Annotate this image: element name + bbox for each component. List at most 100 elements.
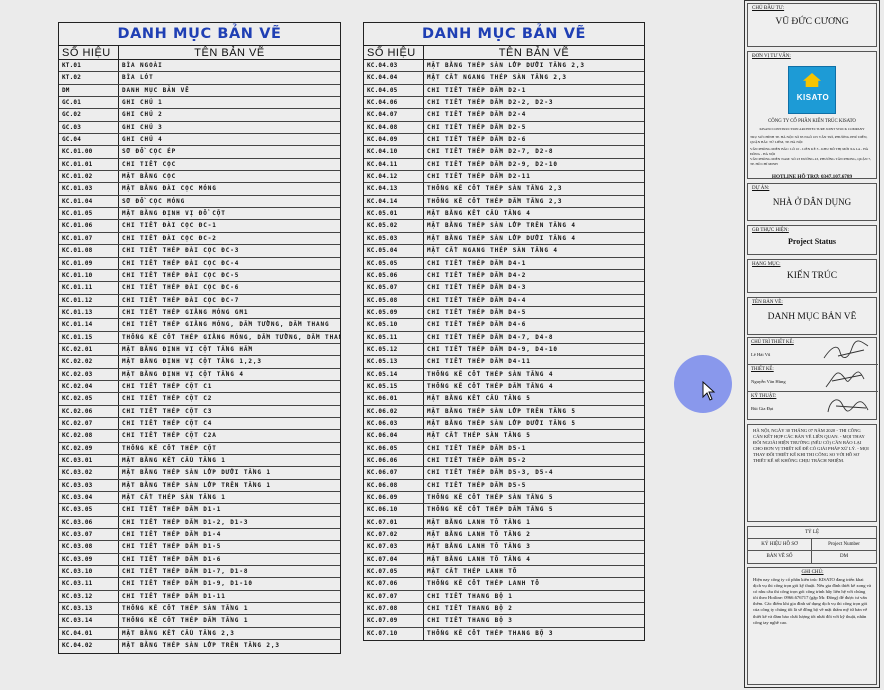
drawing-code: KC.03.01 [59,455,119,467]
sheet-row: BẢN VẼ SỐ DM [748,551,876,563]
table-row: KC.03.12 CHI TIẾT THÉP DẦM D1-11 [59,590,340,604]
table-row: KC.05.14 THỐNG KÊ CỐT THÉP SÀN TẦNG 4 [364,368,644,381]
table-row: KC.07.04 MẶT BẰNG LANH TÔ TẦNG 4 [364,553,644,567]
drawing-name: MẶT BẰNG LANH TÔ TẦNG 3 [427,543,531,551]
mouse-pointer-icon [702,381,716,401]
drawing-name: CHI TIẾT THÉP DẦM D2-9, D2-10 [427,160,558,168]
drawing-name: THỐNG KÊ CỐT THÉP LANH TÔ [427,580,540,588]
drawing-code: KC.03.10 [59,566,119,578]
table-row: KC.05.15 THỐNG KÊ CỐT THÉP DẦM TẦNG 4 [364,380,644,394]
drawing-code: KC.01.04 [59,195,119,208]
drawing-code: KC.06.02 [364,405,424,417]
drawing-name: CHI TIẾT THÉP ĐÀI CỌC ĐC-7 [122,296,240,304]
drawing-code: KC.05.14 [364,368,424,380]
drawing-name: MẶT BẰNG CỌC [122,173,177,181]
table-row: KC.07.09 CHI TIẾT THANG BỘ 3 [364,615,644,628]
drawing-name: MẶT CẮT THÉP SÀN TẦNG 1 [122,494,226,502]
table-row: KC.02.01 MẶT BẰNG ĐỊNH VỊ CỘT TẦNG HẦM [59,343,340,357]
drawing-name: CHI TIẾT THÉP ĐÀI CỌC ĐC-5 [122,271,240,279]
table-row: KC.03.02 MẶT BẰNG THÉP SÀN LỚP DƯỚI TẦNG … [59,467,340,480]
drawing-name: MẶT BẰNG KẾT CẤU TẦNG 2,3 [122,629,235,637]
drawing-name: MẶT BẰNG THÉP SÀN LỚP TRÊN TẦNG 2,3 [122,642,280,650]
table-row: KC.06.02 MẶT BẰNG THÉP SÀN LỚP TRÊN TẦNG … [364,405,644,418]
drawing-code: KC.03.07 [59,529,119,541]
drawing-code: KC.07.08 [364,603,424,615]
table-row: KC.06.10 THỐNG KÊ CỐT THÉP DẦM TẦNG 5 [364,504,644,517]
drawing-name: BÌA NGOÀI [122,62,163,69]
table-row: DM DANH MỤC BẢN VẼ [59,84,340,98]
consultant-cell: ĐƠN VỊ TƯ VẤN: KISATO CÔNG TY CỔ PHẦN KI… [747,51,877,180]
table-row: KC.07.05 MẶT CẮT THÉP LANH TÔ [364,566,644,579]
list-title: DANH MỤC BẢN VẼ [364,23,644,46]
stage-cell: GĐ THỰC HIỆN: Project Status [747,225,877,255]
table-row: KC.05.07 CHI TIẾT THÉP DẦM D4-3 [364,282,644,295]
table-row: KC.04.01 MẶT BẰNG KẾT CẤU TẦNG 2,3 [59,627,340,641]
table-row: KC.03.08 CHI TIẾT THÉP DẦM D1-5 [59,541,340,554]
drawing-code: KC.03.02 [59,467,119,479]
file-label: KÝ HIỆU HỒ SƠ [748,539,812,550]
table-row: KC.06.07 CHI TIẾT THÉP DẦM D5-3, D5-4 [364,467,644,480]
drawing-name-cell: TÊN BẢN VẼ: DANH MỤC BẢN VẼ [747,297,877,335]
drawing-code: KC.01.14 [59,319,119,331]
drawing-code: KC.07.10 [364,627,424,641]
drawing-name: MẶT BẰNG THÉP SÀN LỚP DƯỚI TẦNG 2,3 [427,62,585,69]
drawing-name: CHI TIẾT THÉP DẦM D4-3 [427,284,527,292]
drawing-name: CHI TIẾT THÉP DẦM D2-11 [427,173,531,181]
project-value: NHÀ Ở DÂN DỤNG [772,197,852,207]
drawing-list-right: DANH MỤC BẢN VẼ SỐ HIỆU TÊN BẢN VẼ KC.04… [363,22,645,642]
project-cell: DỰ ÁN: NHÀ Ở DÂN DỤNG [747,183,877,221]
drawing-code: KC.07.04 [364,553,424,566]
table-row: KC.03.04 MẶT CẮT THÉP SÀN TẦNG 1 [59,492,340,505]
drawing-name: CHI TIẾT THANG BỘ 3 [427,617,513,625]
drawing-code: KC.05.05 [364,257,424,269]
table-row: KC.01.03 MẶT BẰNG ĐÀI CỌC MÓNG [59,183,340,196]
drawing-code: KC.03.13 [59,603,119,615]
kisato-logo: KISATO [788,66,836,114]
table-row: KC.01.06 CHI TIẾT ĐÀI CỌC ĐC-1 [59,220,340,233]
drawing-code: KC.01.07 [59,232,119,245]
title-block: CHỦ ĐẦU TƯ: VŨ ĐỨC CƯƠNG ĐƠN VỊ TƯ VẤN: … [744,0,880,688]
drawing-code: KC.02.07 [59,417,119,430]
drawing-code: KC.01.02 [59,171,119,183]
drawing-name: CHI TIẾT THANG BỘ 2 [427,605,513,613]
drawing-name: CHI TIẾT THÉP CỘT C3 [122,407,213,415]
drawing-name: THỐNG KÊ CỐT THÉP SÀN TẦNG 2,3 [427,185,563,193]
drawing-name: CHI TIẾT THÉP CỘT C2 [122,395,213,403]
category-value: KIẾN TRÚC [786,271,838,281]
drawing-name: THỐNG KÊ CỐT THÉP DẦM TẦNG 4 [427,382,554,390]
table-row: KC.07.06 THỐNG KÊ CỐT THÉP LANH TÔ [364,578,644,591]
drawing-name: THỐNG KÊ CỐT THÉP GIẰNG MÓNG, DẦM TƯỜNG,… [122,333,340,341]
drawing-name: MẶT BẰNG LANH TÔ TẦNG 4 [427,555,531,563]
sheet-info-cell: TỶ LỆ KÝ HIỆU HỒ SƠ Project Number BẢN V… [747,526,877,564]
stage-value: Project Status [787,237,837,246]
table-row: KC.01.04 SƠ ĐỒ CỌC MÓNG [59,195,340,209]
drawing-code: KC.03.08 [59,541,119,553]
drawing-name: MẶT BẰNG KẾT CẤU TẦNG 1 [122,457,226,464]
table-row: KC.03.09 CHI TIẾT THÉP DẦM D1-6 [59,553,340,567]
company-name-en: KISATO CONSTRUCTION ARCHITECTURE JOINT S… [759,127,865,131]
signature-scribble-icon [825,371,865,388]
table-row: KC.01.05 MẶT BẰNG ĐỊNH VỊ ĐỔ CỘT [59,208,340,221]
drawing-name: GHI CHÚ 4 [122,136,163,144]
notice-text: HÀ NỘI, NGÀY 30 THÁNG 07 NĂM 2020 - THI … [753,428,869,463]
table-row: KC.07.03 MẶT BẰNG LANH TÔ TẦNG 3 [364,541,644,554]
drawing-code: KC.05.03 [364,232,424,245]
table-row: KC.01.11 CHI TIẾT THÉP ĐÀI CỌC ĐC-6 [59,282,340,295]
project-label: DỰ ÁN: [752,186,770,191]
table-row: KC.06.08 CHI TIẾT THÉP DẦM D5-5 [364,479,644,493]
drawing-name: MẶT BẰNG ĐỊNH VỊ CỘT TẦNG 4 [122,370,244,378]
owner-label: CHỦ ĐẦU TƯ: [752,6,785,11]
signatures-cell: CHỦ TRÌ THIẾT KẾ: Lê Hải Vũ THIẾT KẾ: Ng… [747,337,878,420]
drawing-code: KC.05.09 [364,306,424,319]
drawing-code: KC.04.04 [364,72,424,84]
address-3: VĂN PHÒNG MIỀN NAM: SỐ 23 ĐƯỜNG 43, PHƯỜ… [750,157,871,166]
sheet-value: DM [839,554,849,559]
table-row: KC.05.01 MẶT BẰNG KẾT CẤU TẦNG 4 [364,208,644,221]
drawing-name: MẶT BẰNG THÉP SÀN LỚP TRÊN TẦNG 5 [427,407,576,415]
drawing-name: CHI TIẾT ĐÀI CỌC ĐC-2 [122,234,217,242]
drawing-code: KC.05.01 [364,208,424,220]
drawing-code: KC.06.05 [364,442,424,454]
table-row: KC.02.07 CHI TIẾT THÉP CỘT C4 [59,417,340,431]
drawing-name: BÌA LÓT [122,74,154,82]
table-row: KC.04.13 THỐNG KÊ CỐT THÉP SÀN TẦNG 2,3 [364,183,644,196]
